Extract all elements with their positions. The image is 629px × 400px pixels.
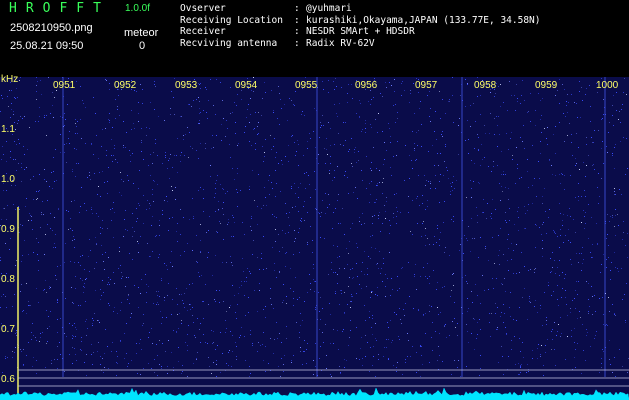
- signal-stripe: [316, 77, 318, 377]
- info-key: Recviving antenna: [180, 37, 278, 49]
- time-tick: 1000: [596, 80, 619, 91]
- freq-tick: 1.1: [1, 124, 15, 135]
- app-title: HROFFT: [9, 1, 110, 16]
- timestamp: 25.08.21 09:50: [10, 40, 84, 52]
- signal-stripe: [604, 77, 606, 377]
- info-key: Ovserver: [180, 3, 226, 14]
- info-value: @yuhmari: [306, 3, 352, 14]
- meteor-count: 0: [139, 40, 146, 52]
- time-tick: 0953: [175, 80, 198, 91]
- freq-tick: 0.6: [1, 374, 15, 385]
- time-tick: 0955: [295, 80, 318, 91]
- waterfall-spectrogram: [0, 77, 629, 400]
- freq-tick: 0.7: [1, 324, 15, 335]
- info-value: Radix RV-62V: [306, 37, 375, 49]
- freq-unit-label: kHz: [1, 74, 19, 85]
- waterfall-canvas: [0, 77, 629, 400]
- info-row-location: Receiving Location: kurashiki,Okayama,JAP…: [180, 14, 541, 26]
- station-info: Ovserver: @yuhmari Receiving Location: kur…: [180, 3, 541, 49]
- freq-tick: 1.0: [1, 174, 15, 185]
- freq-tick: 0.9: [1, 224, 15, 235]
- info-row-receiver: Receiver: NESDR SMArt + HDSDR: [180, 26, 415, 37]
- info-value: NESDR SMArt + HDSDR: [306, 26, 415, 37]
- header-panel: HROFFT 1.0.0f 2508210950.png meteor 25.0…: [0, 0, 629, 77]
- info-row-observer: Ovserver: @yuhmari: [180, 3, 352, 14]
- time-tick: 0956: [355, 80, 378, 91]
- time-tick: 0954: [235, 80, 258, 91]
- meteor-label: meteor: [124, 27, 159, 39]
- time-tick: 0951: [53, 80, 76, 91]
- info-key: Receiving Location: [180, 14, 283, 26]
- time-tick: 0957: [415, 80, 438, 91]
- time-tick: 0952: [114, 80, 137, 91]
- info-row-antenna: Recviving antenna: Radix RV-62V: [180, 37, 375, 49]
- info-key: Receiver: [180, 26, 226, 37]
- info-value: kurashiki,Okayama,JAPAN (133.77E, 34.58N…: [306, 14, 541, 26]
- time-tick: 0958: [474, 80, 497, 91]
- image-filename: 2508210950.png: [10, 22, 93, 34]
- signal-stripe: [461, 77, 463, 377]
- freq-tick: 0.8: [1, 274, 15, 285]
- time-tick: 0959: [535, 80, 558, 91]
- waterfall-background: [0, 77, 629, 400]
- version-label: 1.0.0f: [125, 3, 151, 14]
- signal-stripe: [62, 77, 64, 377]
